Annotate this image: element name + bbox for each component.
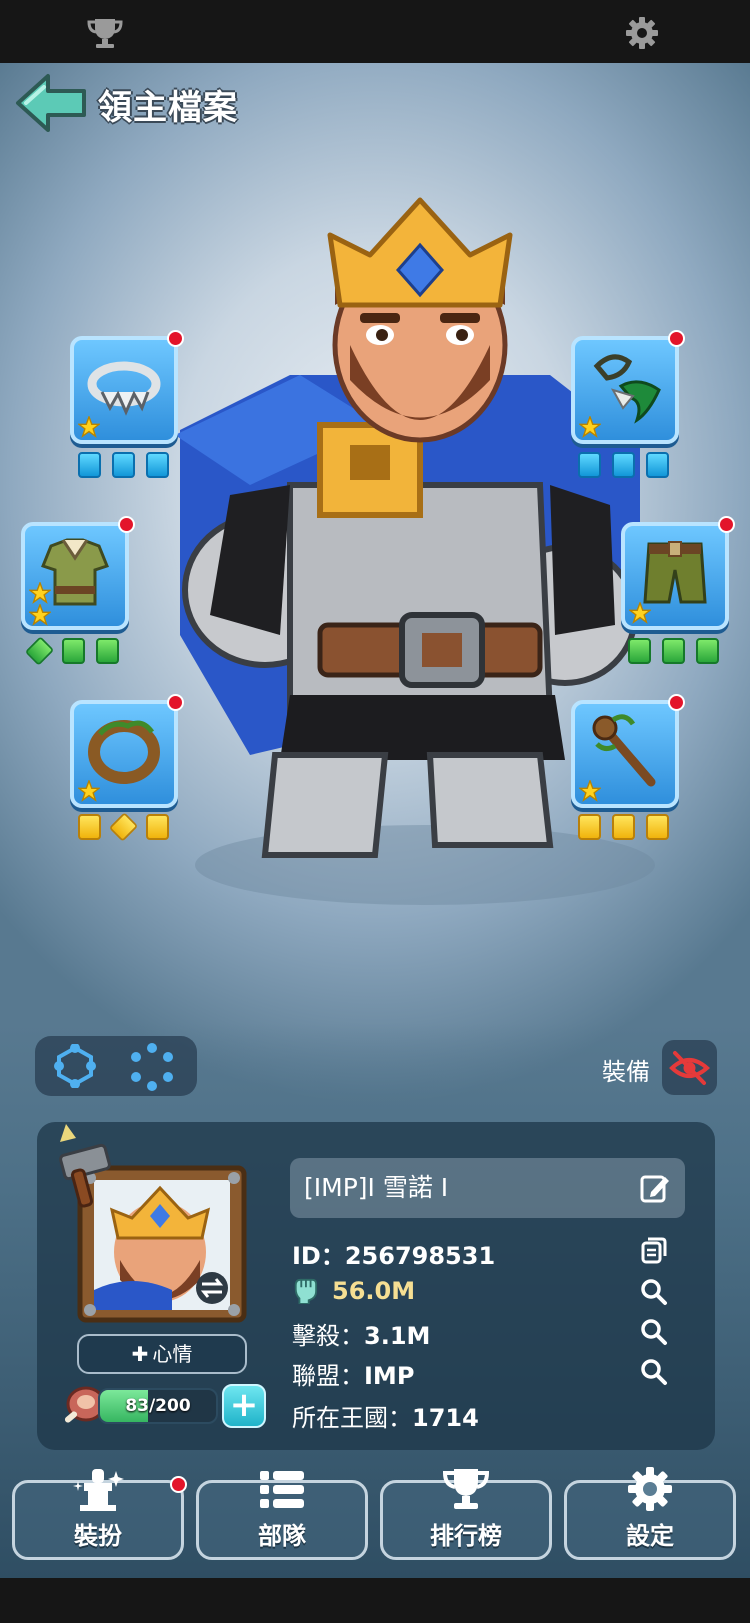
star-icon	[29, 582, 51, 604]
gear-icon[interactable]	[622, 16, 662, 50]
alliance-value: IMP	[364, 1362, 415, 1390]
lord-id: 256798531	[344, 1242, 496, 1270]
trophy-icon[interactable]	[85, 16, 125, 50]
gem-socket[interactable]	[78, 814, 101, 840]
power-value: 56.0M	[332, 1277, 416, 1305]
gem-socket[interactable]	[108, 812, 139, 842]
alert-dot	[167, 694, 184, 711]
necklace-icon	[87, 361, 161, 416]
kills-value: 3.1M	[364, 1322, 431, 1350]
eye-hidden-icon	[669, 1051, 711, 1085]
equipment-label: 裝備	[602, 1058, 650, 1086]
nav-troops-button[interactable]: 部隊	[196, 1471, 368, 1560]
star-icon	[579, 416, 601, 438]
food-progress-bar: 83/200	[98, 1388, 218, 1424]
page-title: 領主檔案	[98, 88, 238, 128]
power-row: 56.0M	[292, 1276, 415, 1305]
gem-row-pants	[628, 638, 719, 664]
mood-button[interactable]: ✚ 心情	[77, 1334, 247, 1374]
gem-socket[interactable]	[662, 638, 685, 664]
gem-socket[interactable]	[96, 638, 119, 664]
gem-socket[interactable]	[612, 814, 635, 840]
star-icon	[629, 602, 651, 624]
gem-socket[interactable]	[646, 814, 669, 840]
swap-icon[interactable]	[196, 1272, 228, 1304]
alert-dot	[167, 330, 184, 347]
nav-label: 裝扮	[74, 1522, 122, 1550]
gem-row-weapon	[578, 452, 669, 478]
gem-socket[interactable]	[646, 452, 669, 478]
star-icon	[29, 604, 51, 626]
nav-appearance-button[interactable]: 裝扮	[12, 1469, 184, 1560]
alert-dot	[718, 516, 735, 533]
search-icon[interactable]	[640, 1318, 668, 1346]
equip-slot-weapon[interactable]	[571, 330, 685, 444]
gem-socket[interactable]	[62, 638, 85, 664]
equip-slot-ring[interactable]	[70, 694, 184, 808]
equip-slot-staff[interactable]	[571, 694, 685, 808]
edit-icon[interactable]	[639, 1172, 671, 1204]
alliance-row: 聯盟：IMP	[292, 1362, 415, 1390]
list-icon	[260, 1471, 304, 1508]
pants-icon	[643, 541, 707, 604]
gem-socket[interactable]	[24, 636, 55, 666]
gem-socket[interactable]	[112, 452, 135, 478]
star-icon	[579, 780, 601, 802]
hide-equipment-button[interactable]	[662, 1040, 717, 1095]
search-icon[interactable]	[640, 1358, 668, 1386]
add-food-button[interactable]: +	[222, 1384, 266, 1428]
alert-dot	[668, 694, 685, 711]
alert-dot	[668, 330, 685, 347]
top-bar	[0, 0, 750, 63]
star-icon	[78, 780, 100, 802]
gem-socket[interactable]	[578, 452, 601, 478]
gem-socket[interactable]	[628, 638, 651, 664]
gem-socket[interactable]	[578, 814, 601, 840]
nav-label: 設定	[626, 1522, 674, 1550]
gem-socket[interactable]	[78, 452, 101, 478]
nav-leaderboard-button[interactable]: 排行榜	[380, 1469, 552, 1560]
hammer-icon[interactable]	[46, 1120, 126, 1208]
lord-name-box: [IMP]I 雪諾 I	[290, 1158, 685, 1218]
nav-label: 部隊	[258, 1522, 306, 1550]
gem-row-ring	[78, 812, 169, 842]
ring-icon	[88, 720, 160, 784]
bottom-bar	[0, 1578, 750, 1623]
equip-slot-pants[interactable]	[621, 516, 735, 630]
search-icon[interactable]	[640, 1278, 668, 1306]
food-count: 83/200	[125, 1396, 191, 1416]
gem-row-staff	[578, 814, 669, 840]
gem-row-armor	[24, 636, 119, 666]
kingdom-value: 1714	[412, 1404, 479, 1432]
lord-id-row: ID：256798531	[292, 1242, 496, 1270]
staff-icon	[592, 714, 656, 787]
fang-necklace-icon	[593, 354, 661, 424]
gem-socket[interactable]	[612, 452, 635, 478]
copy-icon[interactable]	[640, 1236, 668, 1264]
hexagon-view-icon[interactable]	[53, 1044, 97, 1088]
gem-socket[interactable]	[146, 814, 169, 840]
nav-settings-button[interactable]: 設定	[564, 1467, 736, 1560]
trophy-icon	[442, 1469, 490, 1509]
plus-icon: ✚	[131, 1342, 149, 1366]
gem-socket[interactable]	[696, 638, 719, 664]
back-arrow-icon[interactable]	[14, 72, 88, 134]
lord-name: [IMP]I 雪諾 I	[304, 1173, 449, 1202]
gem-row-necklace	[78, 452, 169, 478]
star-icon	[78, 416, 100, 438]
fist-icon	[294, 1278, 318, 1305]
gear-icon	[628, 1467, 672, 1511]
equip-slot-armor[interactable]	[21, 516, 135, 630]
ring-view-icon[interactable]	[127, 1042, 177, 1092]
gem-socket[interactable]	[146, 452, 169, 478]
statue-icon	[73, 1469, 124, 1511]
kingdom-row: 所在王國：1714	[292, 1404, 479, 1432]
alert-dot	[170, 1476, 187, 1493]
equip-slot-necklace[interactable]	[70, 330, 184, 444]
alert-dot	[118, 516, 135, 533]
kills-row: 擊殺：3.1M	[292, 1322, 431, 1350]
view-toggle	[35, 1036, 197, 1096]
nav-label: 排行榜	[430, 1522, 502, 1550]
